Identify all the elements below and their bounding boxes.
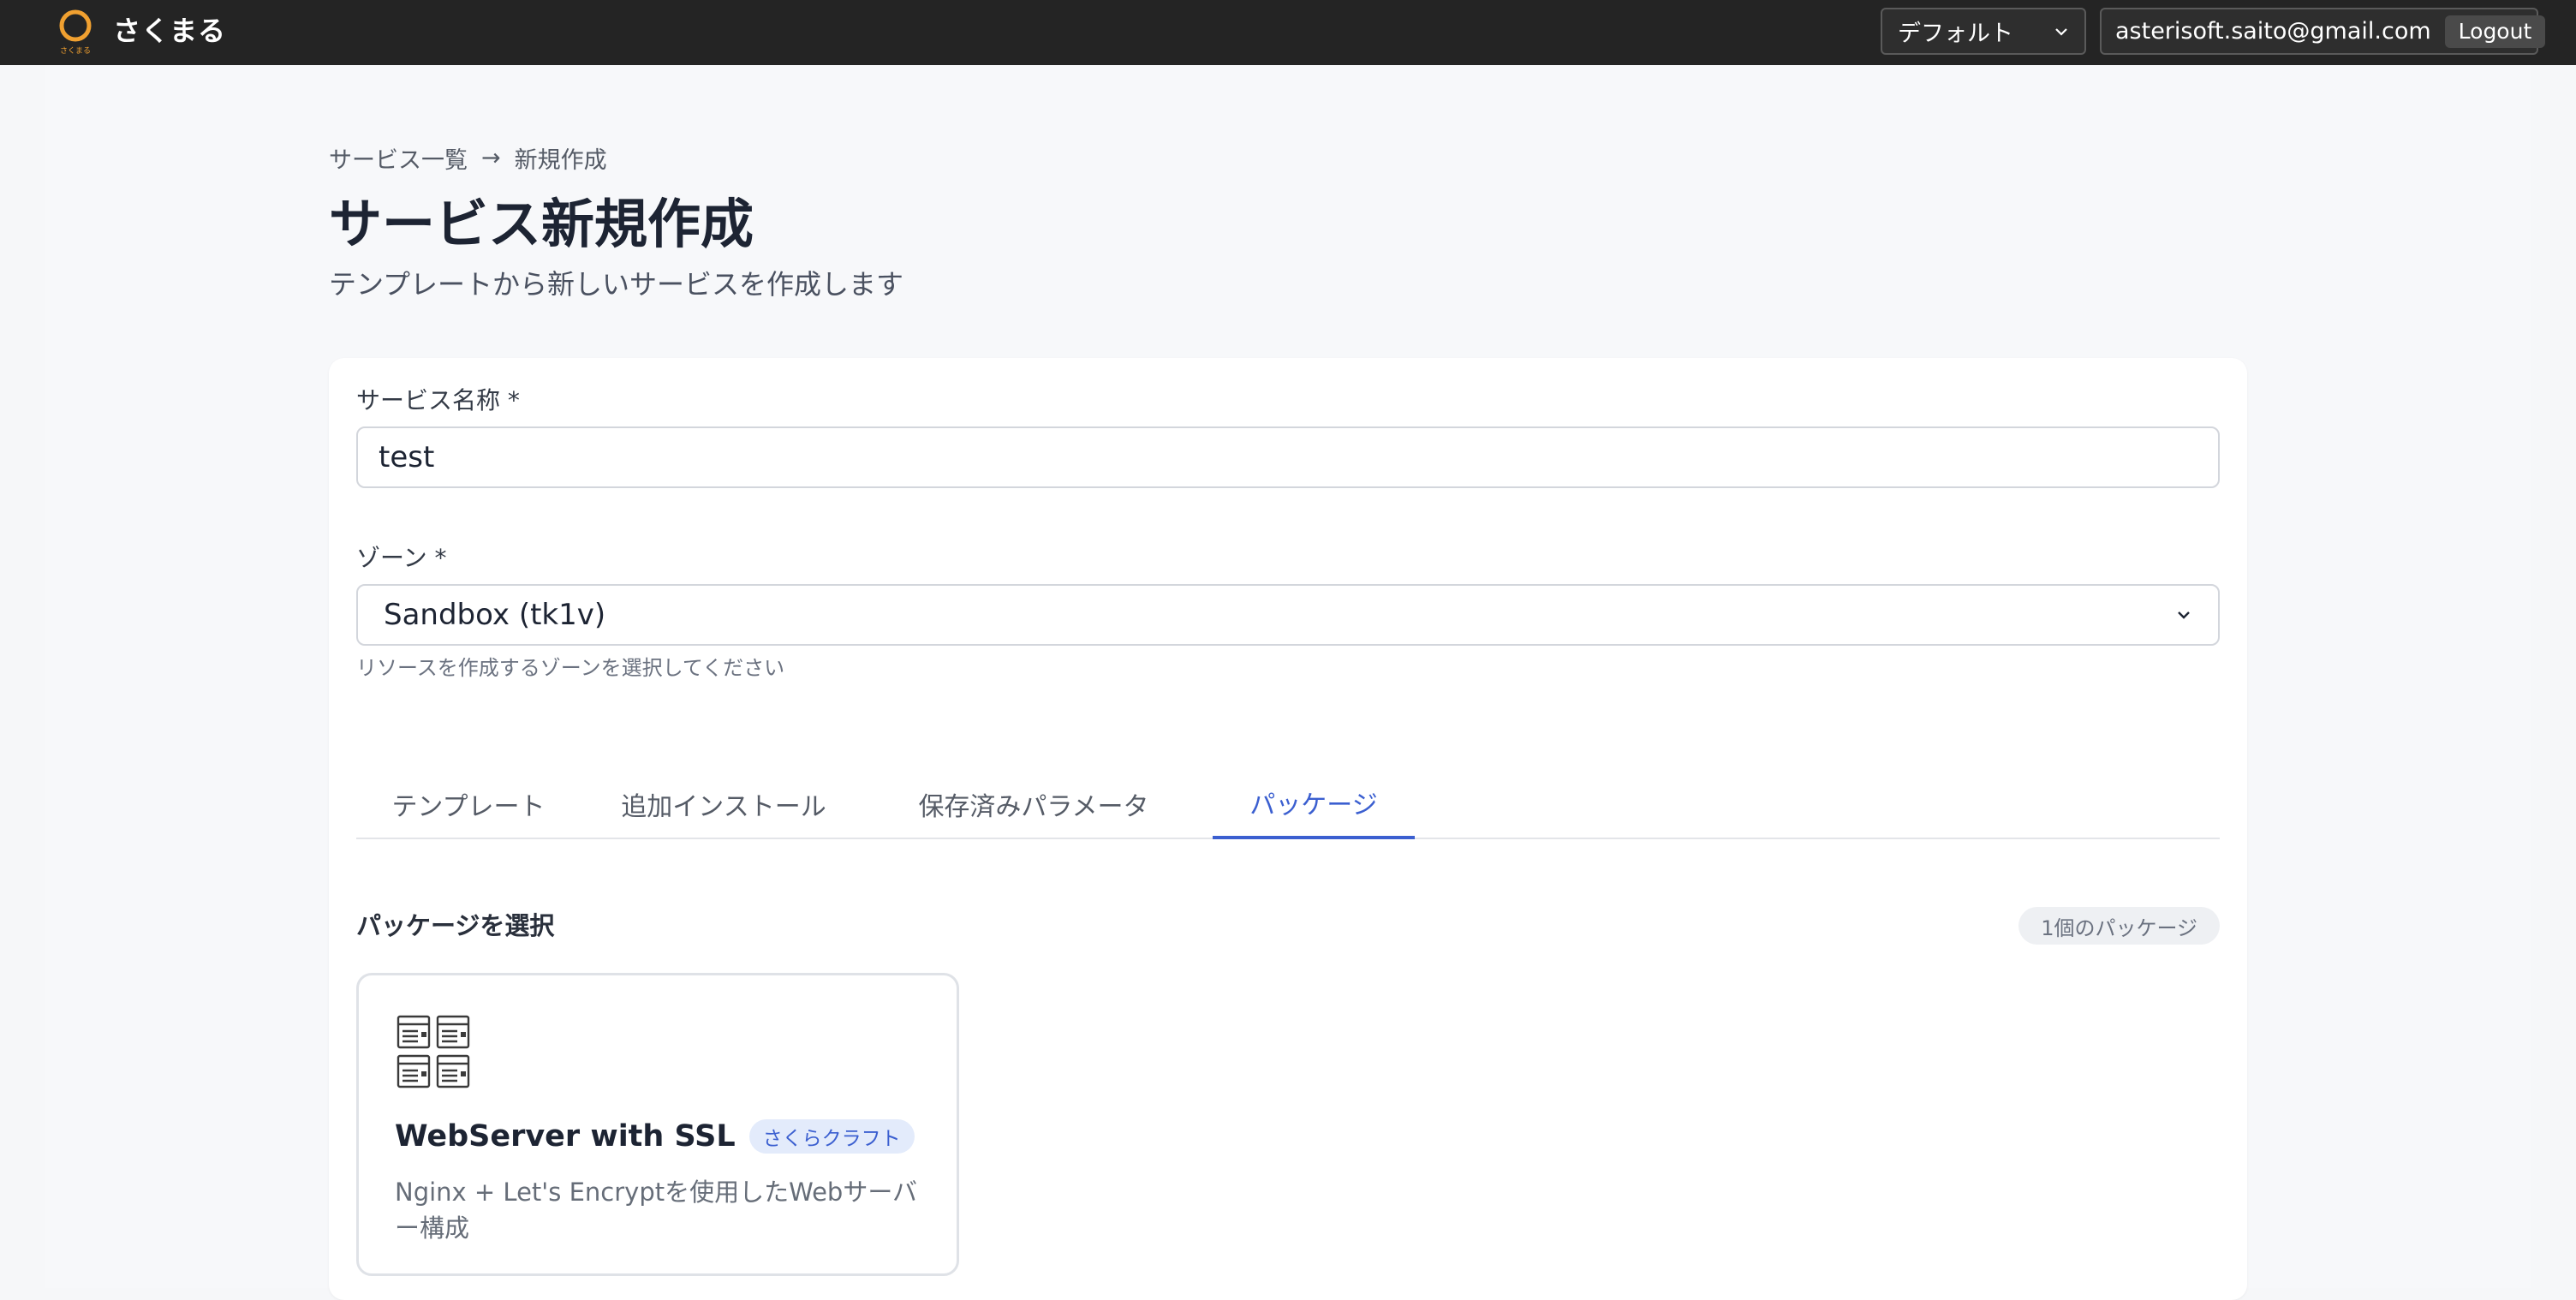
breadcrumb-current: 新規作成 [514, 146, 607, 174]
service-name-label: サービス名称 * [356, 386, 520, 414]
logout-button[interactable]: Logout [2444, 15, 2546, 48]
project-select-value: デフォルト [1898, 21, 2013, 47]
zone-label: ゾーン * [356, 544, 447, 572]
app-name[interactable]: さくまる [113, 12, 226, 50]
app-logo-icon[interactable]: さくまる [55, 7, 96, 57]
package-description: Nginx + Let's Encryptを使用したWebサーバー構成 [395, 1178, 918, 1243]
package-card[interactable]: WebServer with SSL さくらクラフト Nginx + Let's… [356, 973, 959, 1276]
package-name-row: WebServer with SSL さくらクラフト [395, 1119, 915, 1154]
package-name: WebServer with SSL [395, 1119, 736, 1154]
breadcrumb-separator: → [481, 144, 501, 171]
package-publisher-badge: さくらクラフト [748, 1119, 915, 1154]
package-count-badge: 1個のパッケージ [2018, 907, 2220, 945]
top-navbar: さくまる さくまる デフォルト asterisoft.saito@gmail.c… [0, 0, 2576, 65]
package-section-title: パッケージを選択 [356, 911, 555, 940]
service-form-card: サービス名称 * ゾーン * Sandbox (tk1v) リソースを作成するゾ… [329, 358, 2247, 1300]
zone-select-value: Sandbox (tk1v) [384, 598, 606, 632]
tab-packages[interactable]: パッケージ [1213, 769, 1415, 839]
chevron-down-icon [2055, 27, 2067, 36]
zone-help-text: リソースを作成するゾーンを選択してください [356, 656, 785, 680]
service-name-input[interactable] [356, 426, 2220, 488]
page-title: サービス新規作成 [329, 193, 754, 255]
breadcrumb-service-list-link[interactable]: サービス一覧 [329, 141, 468, 175]
page-subtitle: テンプレートから新しいサービスを作成します [329, 268, 904, 301]
user-menu: asterisoft.saito@gmail.com Logout [2100, 8, 2546, 55]
chevron-down-icon [2178, 611, 2190, 619]
tab-template[interactable]: テンプレート [356, 769, 581, 839]
user-email: asterisoft.saito@gmail.com [2115, 18, 2431, 45]
tab-saved-parameters[interactable]: 保存済みパラメータ [909, 769, 1158, 839]
tab-additional-install[interactable]: 追加インストール [621, 769, 826, 839]
zone-select[interactable]: Sandbox (tk1v) [356, 584, 2220, 646]
source-tabs: テンプレート 追加インストール 保存済みパラメータ パッケージ [356, 769, 2220, 839]
web-servers-icon [397, 1015, 470, 1088]
svg-text:さくまる: さくまる [60, 46, 91, 56]
project-select[interactable]: デフォルト [1881, 8, 2086, 55]
breadcrumb: サービス一覧 → 新規作成 [329, 140, 607, 175]
